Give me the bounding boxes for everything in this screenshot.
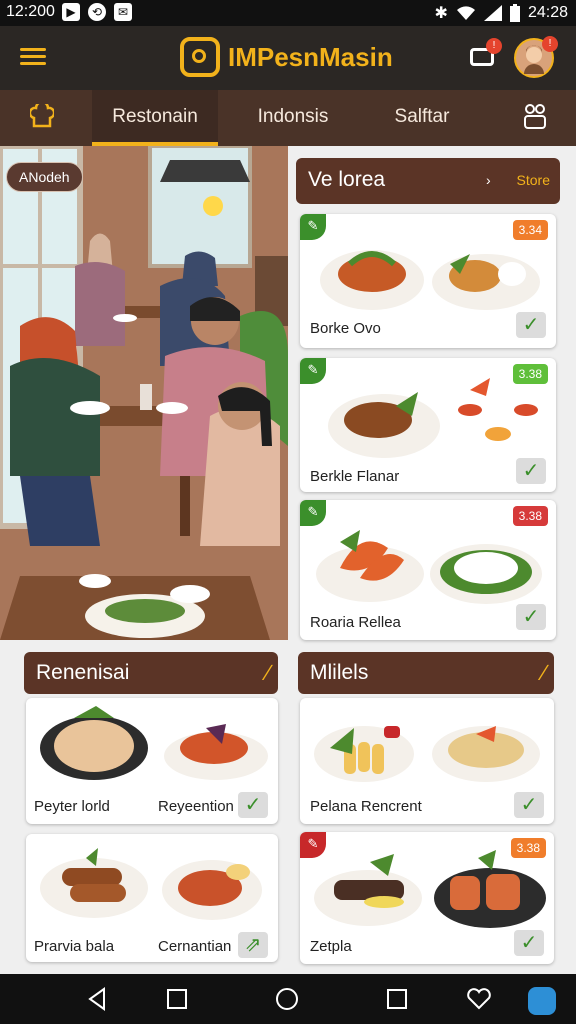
people-menu-icon	[524, 104, 546, 129]
food-card[interactable]: Prarvia bala Cernantian ⇗	[26, 834, 278, 962]
check-icon[interactable]: ✓	[516, 458, 546, 484]
home-icon[interactable]	[274, 986, 300, 1012]
chevron-right-icon: ›	[485, 172, 491, 188]
food-image	[328, 378, 542, 458]
featured-title: Ve lorea	[308, 168, 386, 191]
avatar[interactable]: !	[514, 36, 558, 78]
wifi-icon	[456, 6, 475, 20]
food-image	[316, 530, 542, 604]
featured-link[interactable]: › Store	[486, 172, 550, 188]
hero-tag[interactable]: ANodeh	[6, 162, 83, 192]
system-icons: ✱ 24:28	[435, 3, 568, 23]
food-card[interactable]: ✎ 3.34 Borke Ovo ✓	[300, 214, 556, 348]
check-icon[interactable]: ✓	[514, 930, 544, 956]
food-image	[314, 726, 540, 782]
heart-icon[interactable]	[466, 986, 492, 1012]
tab-restonain[interactable]: Restonain	[92, 90, 218, 146]
check-icon[interactable]: ✓	[516, 604, 546, 630]
brand-logo-icon	[180, 37, 220, 77]
food-name: Zetpla	[310, 938, 352, 955]
featured-header[interactable]: Ve lorea › Store	[296, 158, 560, 204]
system-nav-bar	[0, 974, 576, 1024]
play-icon: ▶	[62, 3, 80, 21]
food-name: Cernantian	[158, 938, 232, 955]
back-icon[interactable]	[84, 986, 110, 1012]
food-image	[40, 848, 262, 920]
restaurant-hero-image[interactable]: ANodeh	[0, 146, 288, 640]
food-image	[40, 706, 268, 780]
food-card[interactable]: ✎ 3.38 Roaria Rellea ✓	[300, 500, 556, 640]
battery-icon	[509, 4, 520, 22]
restaurant-illustration	[0, 146, 288, 640]
food-image	[320, 250, 540, 310]
check-icon[interactable]: ✓	[516, 312, 546, 338]
status-time: 12:200	[6, 3, 55, 20]
tab-label: Restonain	[112, 106, 198, 127]
section-left-header[interactable]: Renenisai ∕	[24, 652, 278, 694]
check-icon[interactable]: ✓	[514, 792, 544, 818]
section-right-title: Mlilels	[310, 661, 369, 684]
square-icon[interactable]	[384, 986, 410, 1012]
chat-badge: !	[486, 38, 502, 54]
recent-apps-icon[interactable]	[164, 986, 190, 1012]
menu-icon[interactable]	[20, 44, 46, 68]
food-card[interactable]: Peyter lorld Reyeention ✓	[26, 698, 278, 824]
food-name: Pelana Rencrent	[310, 798, 422, 815]
tab-label: Indonsis	[257, 106, 329, 127]
status-bar: 12:200 ▶ ⟲ ✉ ✱ 24:28	[0, 0, 576, 26]
check-icon[interactable]: ⇗	[238, 932, 268, 958]
chef-hat-icon	[28, 100, 56, 128]
food-name: Roaria Rellea	[310, 614, 401, 631]
food-image	[314, 850, 546, 928]
section-right-header[interactable]: Mlilels ∕	[298, 652, 554, 694]
assistant-icon[interactable]	[528, 987, 556, 1015]
category-tabs: Restonain Indonsis Salftar	[0, 90, 576, 146]
chat-button[interactable]: !	[468, 38, 502, 70]
main-content: ANodeh Ve lorea › Store ✎ 3.34 Borke Ovo…	[0, 146, 576, 974]
signal-icon	[483, 5, 502, 21]
food-card[interactable]: ✎ 3.38 Zetpla ✓	[300, 832, 554, 964]
notification-icons: ▶ ⟲ ✉	[62, 3, 132, 21]
status-clock: 24:28	[527, 4, 568, 21]
mail-icon: ✉	[114, 3, 132, 21]
tab-label: Salftar	[394, 106, 450, 127]
tab-home[interactable]	[0, 90, 84, 146]
food-name: Reyeention	[158, 798, 234, 815]
featured-link-label: Store	[516, 172, 550, 188]
app-bar: IMPesnMasin ! !	[0, 26, 576, 90]
food-name: Peyter lorld	[34, 798, 110, 815]
food-name: Prarvia bala	[34, 938, 115, 955]
sync-icon: ⟲	[88, 3, 106, 21]
tab-indonsis[interactable]: Indonsis	[236, 90, 350, 146]
bluetooth-icon: ✱	[434, 5, 448, 22]
food-card[interactable]: Pelana Rencrent ✓	[300, 698, 554, 824]
brand-name: IMPesnMasin	[228, 42, 393, 72]
food-name: Berkle Flanar	[310, 468, 400, 485]
edit-icon[interactable]: ∕	[266, 660, 270, 686]
edit-icon[interactable]: ∕	[542, 660, 546, 686]
food-name: Borke Ovo	[310, 320, 381, 337]
section-left-title: Renenisai	[36, 661, 130, 684]
food-card[interactable]: ✎ 3.38 Berkle Flanar ✓	[300, 358, 556, 492]
avatar-face-icon	[524, 45, 544, 74]
check-icon[interactable]: ✓	[238, 792, 268, 818]
tab-salftar[interactable]: Salftar	[370, 90, 474, 146]
tab-more[interactable]	[508, 90, 562, 146]
